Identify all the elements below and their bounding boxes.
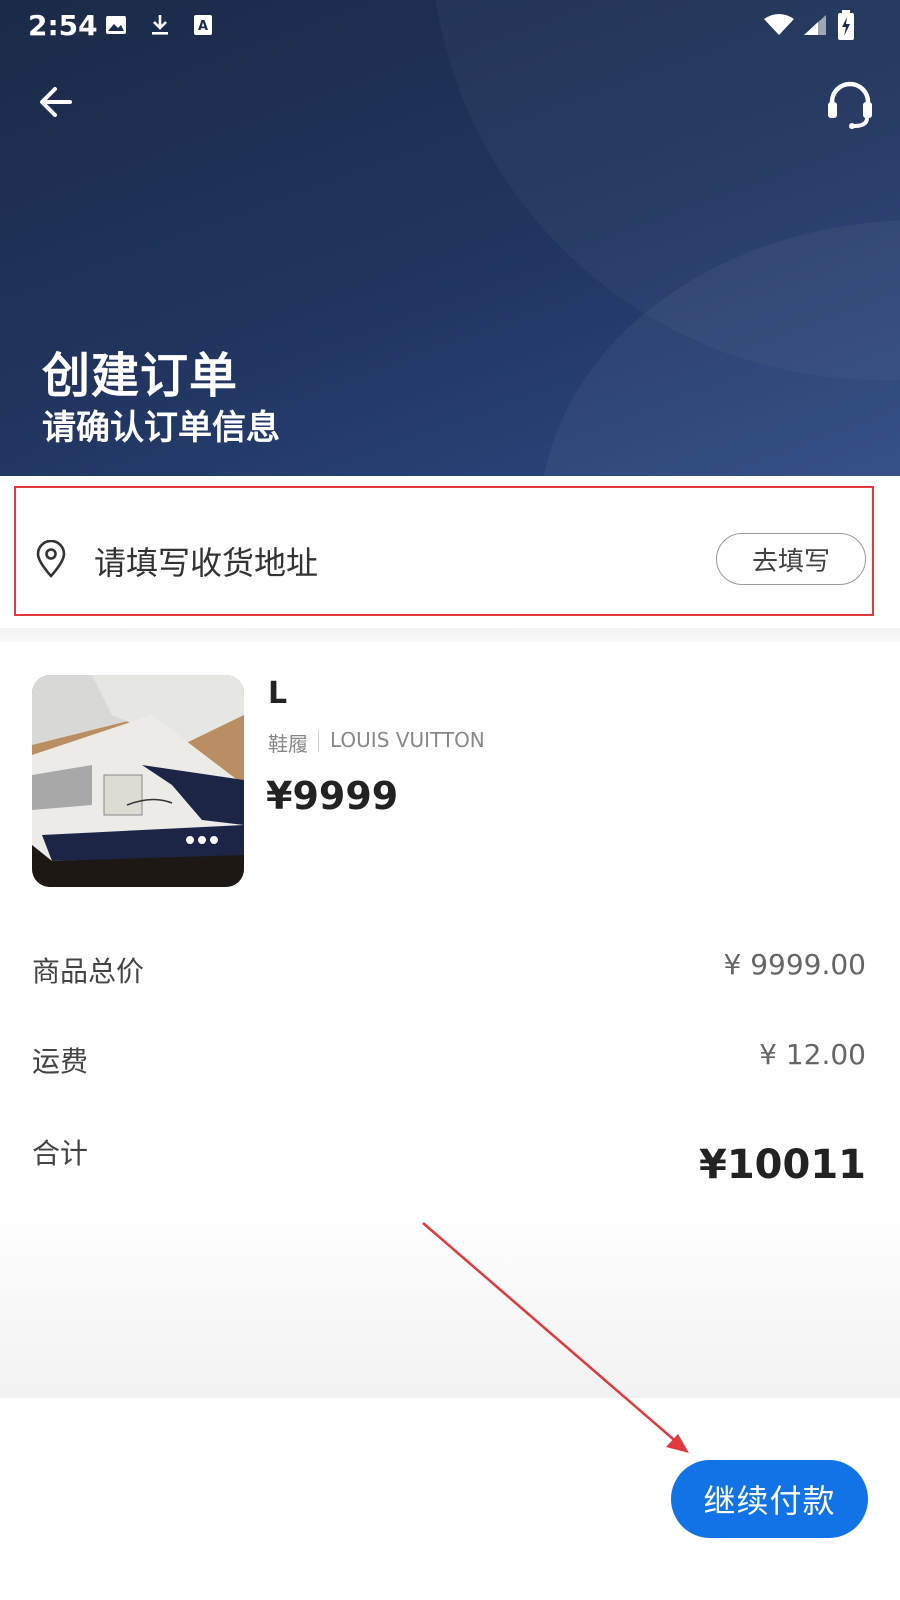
product-image bbox=[32, 675, 244, 887]
page-title: 创建订单 bbox=[42, 348, 239, 404]
download-icon bbox=[152, 15, 168, 35]
address-placeholder[interactable]: 请填写收货地址 bbox=[94, 538, 318, 584]
product-price: ¥9999 bbox=[266, 774, 399, 818]
shipping-value: ¥ 12.00 bbox=[759, 1038, 866, 1071]
shipping-label: 运费 bbox=[32, 1045, 89, 1078]
svg-text:A: A bbox=[198, 19, 208, 34]
continue-payment-button[interactable]: 继续付款 bbox=[671, 1460, 868, 1538]
signal-icon bbox=[804, 15, 826, 35]
fill-address-button[interactable]: 去填写 bbox=[716, 533, 866, 585]
wifi-icon bbox=[764, 14, 794, 35]
total-label: 合计 bbox=[32, 1137, 89, 1170]
location-pin-icon bbox=[36, 540, 66, 578]
headset-icon[interactable] bbox=[822, 76, 878, 132]
total-value: ¥10011 bbox=[699, 1142, 866, 1188]
content-background bbox=[0, 1218, 900, 1398]
page-subtitle: 请确认订单信息 bbox=[42, 408, 280, 448]
section-divider bbox=[0, 628, 900, 642]
product-brand: LOUIS VUITTON bbox=[330, 728, 485, 752]
subtotal-value: ¥ 9999.00 bbox=[723, 948, 866, 981]
product-name: L bbox=[268, 676, 288, 711]
subtotal-label: 商品总价 bbox=[32, 955, 145, 988]
product-meta-separator bbox=[318, 730, 319, 752]
header-banner: 2:54 A 创建订单 请确认订单信息 bbox=[0, 0, 900, 476]
arrow-left-icon[interactable] bbox=[36, 82, 76, 122]
product-category: 鞋履 bbox=[268, 732, 308, 756]
status-time: 2:54 bbox=[28, 9, 98, 42]
status-bar: 2:54 A bbox=[0, 0, 900, 52]
battery-icon bbox=[838, 10, 854, 40]
image-icon bbox=[106, 16, 126, 34]
text-a-icon: A bbox=[194, 15, 212, 35]
